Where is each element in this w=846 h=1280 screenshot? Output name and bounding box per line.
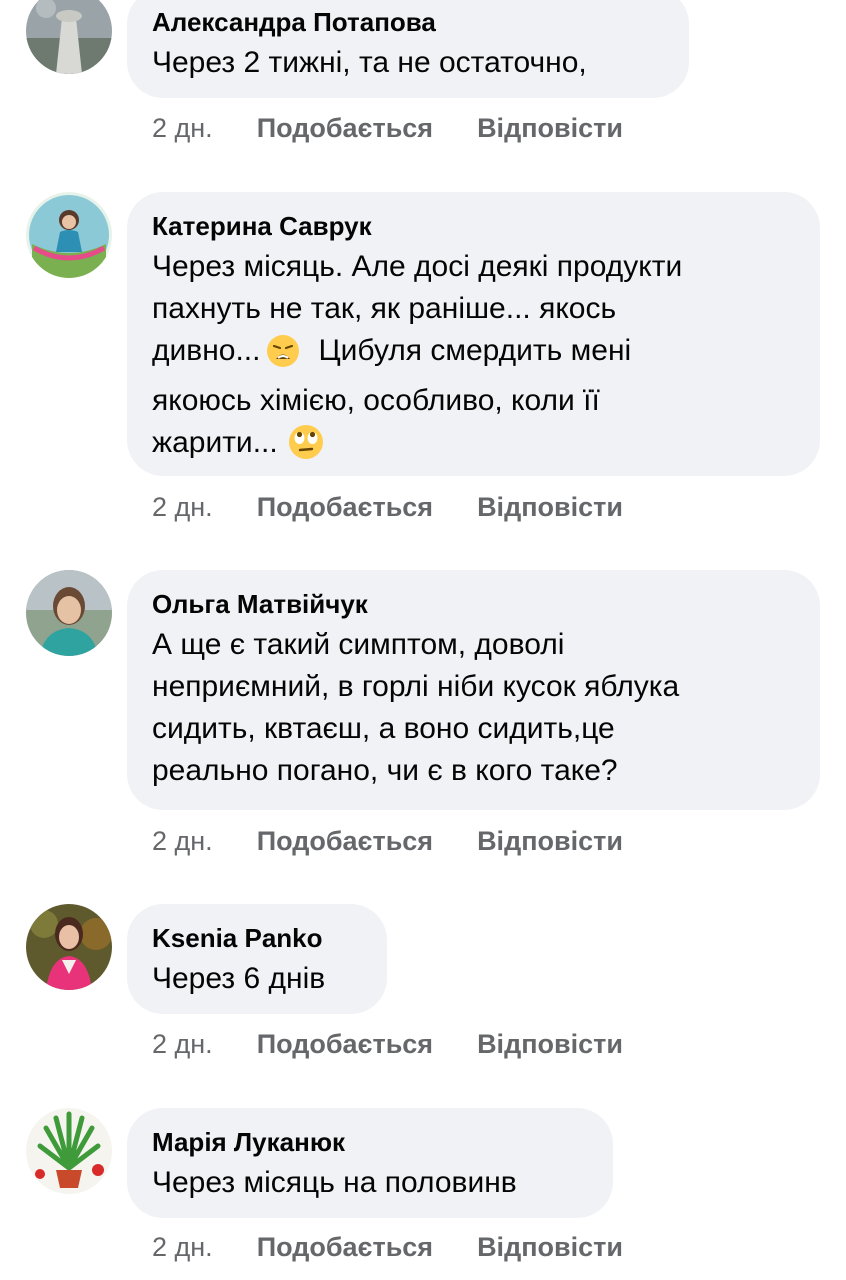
comment-line: пахнуть не так, як раніше... якось [152, 292, 617, 325]
reply-button[interactable]: Відповісти [477, 113, 623, 143]
comment-line: сидить, квтаєш, а воно сидить,це [152, 712, 615, 745]
avatar[interactable] [26, 904, 112, 990]
comment-bubble: Александра Потапова Через 2 тижні, та не… [127, 0, 689, 98]
author-name[interactable]: Марія Луканюк [152, 1126, 587, 1158]
avatar-image [26, 1108, 112, 1194]
avatar[interactable] [26, 0, 112, 74]
reply-button[interactable]: Відповісти [477, 492, 623, 522]
timestamp[interactable]: 2 дн. [152, 1029, 213, 1059]
author-name[interactable]: Катерина Саврук [152, 210, 794, 242]
comment-line: жарити... [152, 422, 794, 472]
comment-bubble: Ksenia Panko Через 6 днів [127, 904, 387, 1014]
comment-actions: 2 дн. Подобається Відповісти [152, 821, 623, 861]
avatar[interactable] [26, 570, 112, 656]
comment-line: якоюсь хімією, особливо, коли її [152, 384, 600, 417]
like-button[interactable]: Подобається [257, 1029, 433, 1059]
avatar-image [26, 192, 112, 278]
like-button[interactable]: Подобається [257, 492, 433, 522]
weary-face-icon [266, 334, 300, 380]
comment-text: Через місяць на половинв [152, 1162, 587, 1204]
author-name[interactable]: Ksenia Panko [152, 922, 361, 954]
author-name[interactable]: Александра Потапова [152, 6, 663, 38]
reply-button[interactable]: Відповісти [477, 1029, 623, 1059]
comment-actions: 2 дн. Подобається Відповісти [152, 1227, 623, 1267]
comment-text: А ще є такий симптом, доволі неприємний,… [152, 624, 794, 792]
comment-line: реально погано, чи є в кого таке? [152, 754, 618, 787]
avatar-image [26, 0, 112, 74]
comment-line: Через місяць на половинв [152, 1166, 517, 1199]
like-button[interactable]: Подобається [257, 1232, 433, 1262]
avatar-image [26, 570, 112, 656]
comment-text: Через 6 днів [152, 958, 361, 1000]
comment-line: Через місяць. Але досі деякі продукти [152, 250, 683, 283]
rolling-eyes-face-icon [288, 424, 324, 472]
comment-text: Через місяць. Але досі деякі продукти па… [152, 246, 794, 472]
comment-actions: 2 дн. Подобається Відповісти [152, 487, 623, 527]
comment-bubble: Катерина Саврук Через місяць. Але досі д… [127, 192, 820, 476]
timestamp[interactable]: 2 дн. [152, 492, 213, 522]
comment-text: Через 2 тижні, та не остаточно, [152, 42, 663, 84]
comment-line: дивно... Цибуля смердить мені [152, 330, 794, 380]
avatar[interactable] [26, 1108, 112, 1194]
author-name[interactable]: Ольга Матвійчук [152, 588, 794, 620]
reply-button[interactable]: Відповісти [477, 1232, 623, 1262]
comment-line: Через 2 тижні, та не остаточно, [152, 46, 587, 79]
timestamp[interactable]: 2 дн. [152, 826, 213, 856]
comment-actions: 2 дн. Подобається Відповісти [152, 108, 623, 148]
comment-line: А ще є такий симптом, доволі [152, 628, 565, 661]
timestamp[interactable]: 2 дн. [152, 113, 213, 143]
timestamp[interactable]: 2 дн. [152, 1232, 213, 1262]
like-button[interactable]: Подобається [257, 826, 433, 856]
comment-line: Через 6 днів [152, 962, 326, 995]
comment-bubble: Марія Луканюк Через місяць на половинв [127, 1108, 613, 1218]
comment-line: неприємний, в горлі ніби кусок яблука [152, 670, 680, 703]
comment-actions: 2 дн. Подобається Відповісти [152, 1024, 623, 1064]
like-button[interactable]: Подобається [257, 113, 433, 143]
comment-bubble: Ольга Матвійчук А ще є такий симптом, до… [127, 570, 820, 810]
avatar[interactable] [26, 192, 112, 278]
avatar-image [26, 904, 112, 990]
reply-button[interactable]: Відповісти [477, 826, 623, 856]
